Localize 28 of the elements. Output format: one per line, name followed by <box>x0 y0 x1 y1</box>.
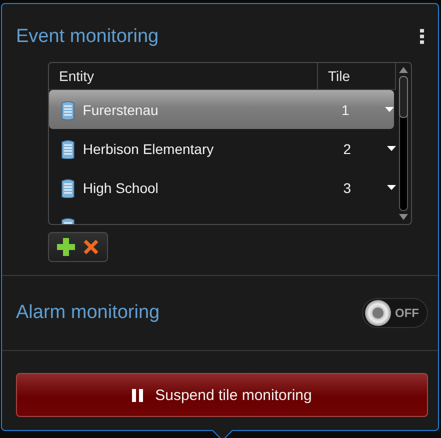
tile-number: 2 <box>342 140 352 156</box>
building-icon <box>61 138 75 158</box>
scrollbar-thumb[interactable] <box>399 76 408 118</box>
entity-name: High School <box>82 180 160 196</box>
column-header[interactable]: Tile <box>318 63 396 89</box>
pause-icon <box>132 388 144 402</box>
scroll-down-icon[interactable] <box>399 214 408 220</box>
tile-number: 3 <box>342 180 352 196</box>
section-title: Event monitoring <box>16 26 159 48</box>
add-icon[interactable] <box>57 238 75 256</box>
building-icon <box>61 178 75 198</box>
delete-icon[interactable] <box>83 239 99 255</box>
entity-name: Furerstenau <box>82 102 160 118</box>
column-header[interactable]: Entity <box>49 63 318 89</box>
table-row[interactable]: Furerstenau 1 <box>49 90 394 129</box>
suspend-monitoring-button[interactable]: Suspend tile monitoring <box>16 373 428 417</box>
toggle-switch[interactable]: OFF <box>362 298 428 328</box>
dropdown-caret-icon[interactable] <box>387 185 396 190</box>
dropdown-caret-icon[interactable] <box>387 146 396 151</box>
section-title: Alarm monitoring <box>16 302 160 324</box>
entity-name: Herbison Elementary <box>82 140 215 156</box>
table-row[interactable]: Herbison Elementary 2 <box>49 129 396 168</box>
scrollbar-track[interactable] <box>399 76 408 211</box>
table-row[interactable]: High School 3 <box>49 168 396 207</box>
tile-number: 1 <box>340 102 350 118</box>
more-options-icon[interactable] <box>420 29 424 44</box>
building-icon <box>61 100 75 120</box>
scroll-up-icon[interactable] <box>399 67 408 73</box>
